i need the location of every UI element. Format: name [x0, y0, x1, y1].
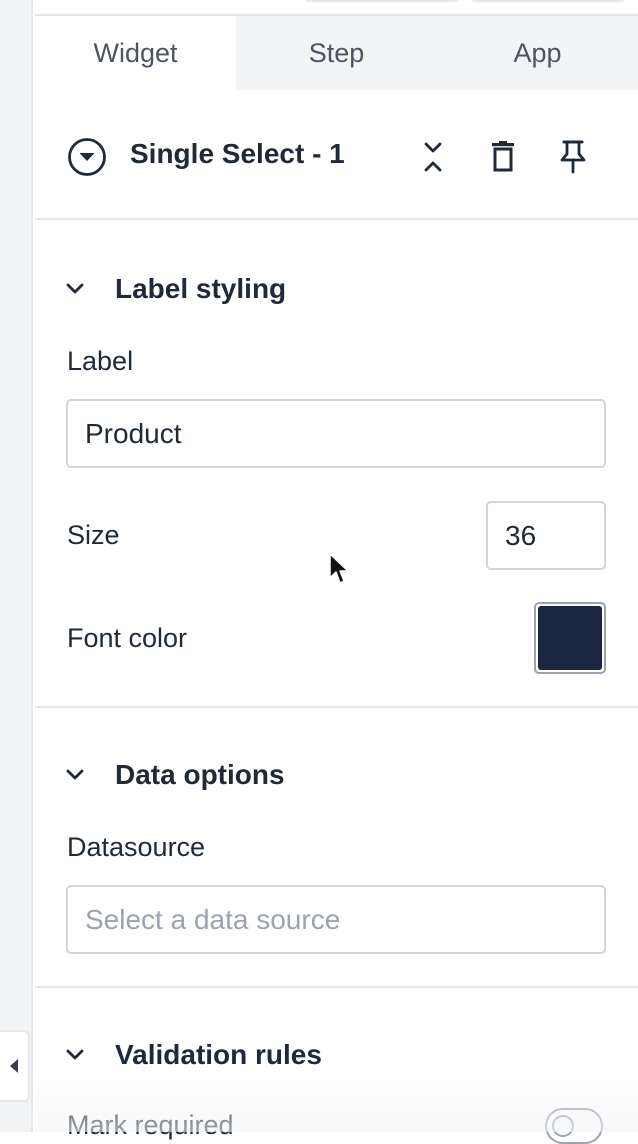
font-color-swatch[interactable] [534, 602, 606, 674]
collapse-panel-button[interactable] [0, 1030, 30, 1102]
datasource-input[interactable] [66, 885, 606, 954]
label-field-label: Label [67, 346, 134, 376]
pin-icon [560, 140, 586, 174]
tab-widget[interactable]: Widget [35, 16, 236, 90]
label-input[interactable] [66, 399, 606, 468]
widget-header: Single Select - 1 [35, 90, 638, 220]
size-field-label: Size [67, 520, 120, 550]
mouse-cursor-icon [329, 553, 349, 584]
section-validation-rules[interactable]: Validation rules [35, 1033, 638, 1077]
section-title: Data options [115, 759, 285, 790]
datasource-label: Datasource [67, 832, 206, 862]
delete-button[interactable] [483, 137, 523, 177]
tab-step[interactable]: Step [236, 16, 437, 90]
chevron-down-icon [66, 769, 84, 780]
pin-button[interactable] [553, 137, 593, 177]
top-toolbar-fragment-1 [304, 0, 460, 2]
collapse-button[interactable] [413, 137, 453, 177]
caret-left-icon [10, 1059, 18, 1073]
section-title: Validation rules [115, 1039, 322, 1070]
left-panel-edge [0, 0, 33, 1132]
font-color-label: Font color [67, 623, 188, 653]
section-title: Label styling [115, 273, 287, 304]
widget-title: Single Select - 1 [130, 138, 345, 169]
section-label-styling[interactable]: Label styling [35, 267, 638, 311]
mark-required-toggle[interactable] [545, 1108, 603, 1144]
chevron-down-icon [66, 1049, 84, 1060]
size-input[interactable] [486, 501, 606, 570]
collapse-icon [424, 142, 442, 172]
font-color-fill [538, 606, 602, 670]
panel-tabs: Widget Step App [35, 16, 638, 90]
top-toolbar-fragment-2 [470, 0, 626, 2]
toggle-knob [552, 1115, 574, 1137]
trash-icon [492, 141, 514, 172]
section-divider [35, 706, 638, 708]
section-data-options[interactable]: Data options [35, 753, 638, 797]
section-divider [35, 986, 638, 988]
dropdown-circle-icon [68, 138, 106, 176]
chevron-down-icon [66, 283, 84, 294]
mark-required-label: Mark required [67, 1110, 234, 1140]
tab-app[interactable]: App [437, 16, 638, 90]
